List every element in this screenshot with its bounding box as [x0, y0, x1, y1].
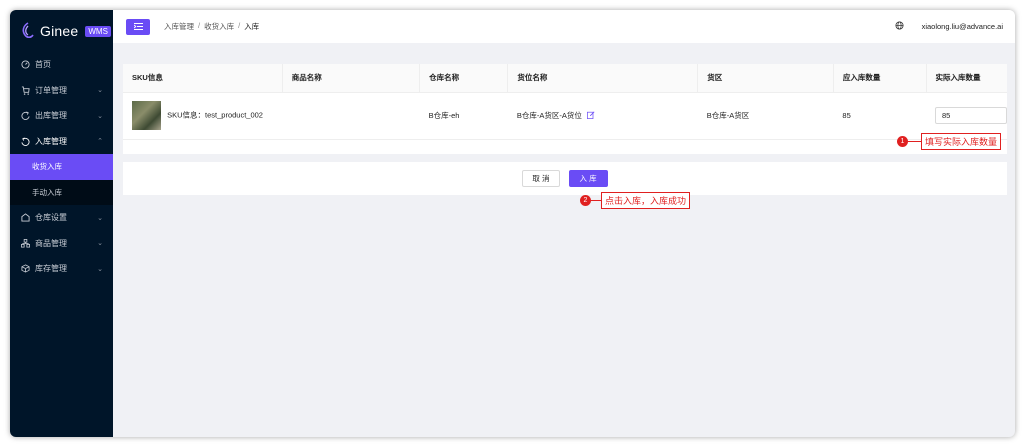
- cell-location: B仓库-A货区-A货位: [507, 91, 698, 140]
- cell-warehouse: B仓库-eh: [419, 91, 508, 140]
- sidebar-item-home[interactable]: 首页: [10, 52, 113, 78]
- logo[interactable]: Ginee WMS: [10, 10, 113, 52]
- chevron-down-icon: ⌄: [97, 112, 103, 120]
- sidebar-item-label: 首页: [35, 60, 51, 70]
- sidebar-item-label: 出库管理: [35, 111, 67, 121]
- sidebar-item-label: 入库管理: [35, 136, 67, 146]
- chevron-down-icon: ⌄: [97, 214, 103, 222]
- breadcrumb-separator: /: [238, 21, 241, 30]
- menu-toggle-button[interactable]: [126, 18, 150, 35]
- cell-zone: B仓库-A货区: [697, 91, 834, 140]
- annotation-1: 1 填写实际入库数量: [897, 133, 1002, 150]
- cell-product-name: [282, 91, 420, 140]
- warehouse-icon: [20, 213, 30, 223]
- inbound-table-card: SKU信息 商品名称 仓库名称 货位名称 货区 应入库数量 实际入库数量 SKU…: [123, 64, 1007, 154]
- table-row: SKU信息：test_product_002 B仓库-eh B仓库-A货区-A货…: [123, 91, 1007, 140]
- column-header-location: 货位名称: [507, 64, 699, 92]
- annotation-connector: [908, 141, 921, 142]
- chevron-down-icon: ⌄: [97, 87, 103, 95]
- annotation-number: 2: [580, 195, 591, 206]
- sidebar-item-inventory[interactable]: 库存管理 ⌄: [10, 256, 113, 282]
- sidebar-item-label: 订单管理: [35, 85, 67, 95]
- sidebar-item-warehouse-settings[interactable]: 仓库设置 ⌄: [10, 205, 113, 231]
- breadcrumb-item-inbound-management[interactable]: 入库管理: [164, 21, 194, 32]
- confirm-inbound-button[interactable]: 入 库: [568, 170, 608, 187]
- inventory-icon: [20, 264, 30, 274]
- sidebar-item-outbound[interactable]: 出库管理 ⌄: [10, 103, 113, 129]
- sku-text: SKU信息：test_product_002: [167, 110, 263, 120]
- sidebar-subitem-manual-inbound[interactable]: 手动入库: [10, 180, 113, 206]
- inbound-submenu: 收货入库 手动入库: [10, 154, 113, 205]
- sidebar-item-label: 仓库设置: [35, 213, 67, 223]
- inbound-table: SKU信息 商品名称 仓库名称 货位名称 货区 应入库数量 实际入库数量 SKU…: [123, 64, 1007, 140]
- action-bar: 取 消 入 库: [123, 162, 1007, 195]
- logo-badge: WMS: [85, 25, 111, 37]
- sidebar-item-products[interactable]: 商品管理 ⌄: [10, 231, 113, 257]
- breadcrumb-item-receive-inbound[interactable]: 收货入库: [204, 21, 234, 32]
- cell-sku: SKU信息：test_product_002: [123, 91, 283, 140]
- column-header-warehouse: 仓库名称: [419, 64, 509, 92]
- sidebar-subitem-receive-inbound[interactable]: 收货入库: [10, 154, 113, 180]
- breadcrumb: 入库管理 / 收货入库 / 入库: [164, 21, 259, 32]
- logo-text: Ginee: [40, 23, 79, 39]
- sidebar-item-orders[interactable]: 订单管理 ⌄: [10, 78, 113, 104]
- top-right-area: xiaolong.liu@advance.ai: [895, 10, 1003, 43]
- product-thumbnail: [132, 101, 161, 130]
- chevron-up-icon: ⌃: [97, 138, 103, 146]
- cell-expected-qty: 85: [833, 91, 926, 140]
- annotation-label: 填写实际入库数量: [921, 133, 1002, 150]
- globe-icon[interactable]: [895, 21, 904, 32]
- ginee-logo-icon: [22, 22, 34, 39]
- column-header-sku: SKU信息: [123, 64, 283, 92]
- app-window: Ginee WMS 首页 订单管理 ⌄ 出库管理 ⌄ 入库管理 ⌃ 收货入库 手…: [10, 10, 1015, 437]
- cart-icon: [20, 85, 30, 95]
- column-header-zone: 货区: [697, 64, 834, 92]
- user-email[interactable]: xiaolong.liu@advance.ai: [922, 22, 1003, 31]
- cell-actual-qty: [926, 91, 1007, 140]
- dashboard-icon: [20, 60, 30, 70]
- location-text: B仓库-A货区-A货位: [516, 110, 582, 120]
- column-header-expected-qty: 应入库数量: [833, 64, 927, 92]
- table-header-row: SKU信息 商品名称 仓库名称 货位名称 货区 应入库数量 实际入库数量: [123, 64, 1007, 92]
- sidebar-item-label: 商品管理: [35, 238, 67, 248]
- annotation-connector: [591, 200, 601, 201]
- column-header-product-name: 商品名称: [282, 64, 421, 92]
- top-bar: 入库管理 / 收货入库 / 入库 xiaolong.liu@advance.ai: [113, 10, 1015, 43]
- menu-fold-icon: [133, 23, 143, 30]
- cancel-button[interactable]: 取 消: [522, 170, 560, 187]
- actual-qty-input[interactable]: [935, 107, 1007, 124]
- chevron-down-icon: ⌄: [97, 240, 103, 248]
- column-header-actual-qty: 实际入库数量: [926, 64, 1007, 92]
- product-icon: [20, 238, 30, 248]
- annotation-label: 点击入库，入库成功: [601, 192, 691, 209]
- inbound-icon: [20, 136, 30, 146]
- annotation-2: 2 点击入库，入库成功: [580, 192, 691, 209]
- outbound-icon: [20, 111, 30, 121]
- chevron-down-icon: ⌄: [97, 265, 103, 273]
- breadcrumb-separator: /: [198, 21, 201, 30]
- annotation-number: 1: [897, 136, 908, 147]
- breadcrumb-item-current: 入库: [244, 22, 260, 31]
- sidebar-item-label: 库存管理: [35, 264, 67, 274]
- sidebar-item-inbound[interactable]: 入库管理 ⌃: [10, 129, 113, 155]
- sidebar: Ginee WMS 首页 订单管理 ⌄ 出库管理 ⌄ 入库管理 ⌃ 收货入库 手…: [10, 10, 113, 437]
- edit-icon[interactable]: [587, 111, 595, 121]
